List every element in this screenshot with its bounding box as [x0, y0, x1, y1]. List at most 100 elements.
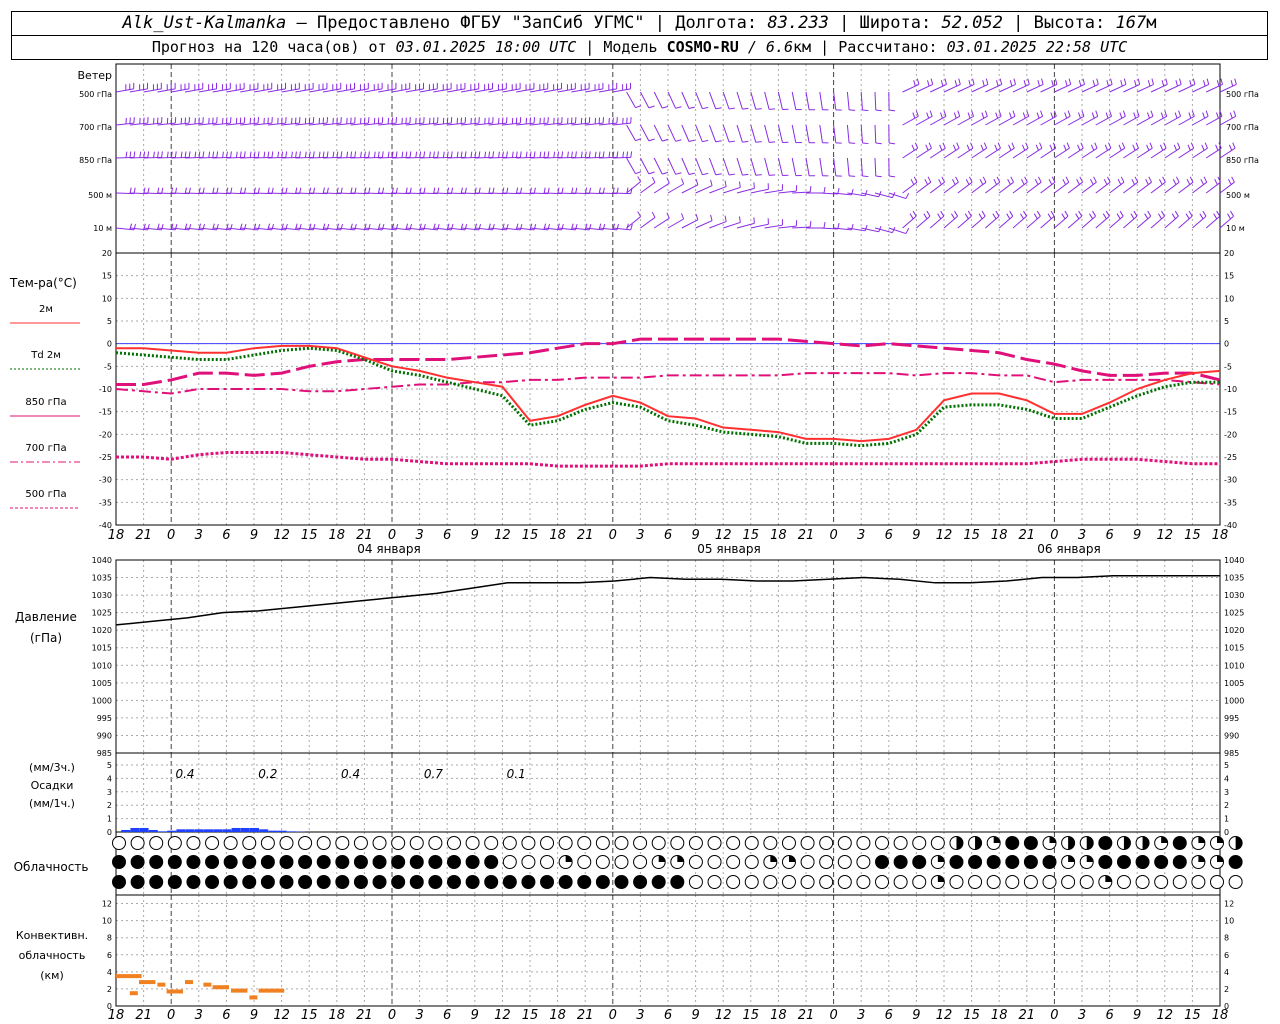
wind-feather	[1215, 144, 1219, 151]
wind-feather	[1050, 112, 1054, 119]
wind-barb	[929, 181, 945, 194]
wind-barb	[916, 181, 932, 194]
cloud-symbol	[558, 875, 573, 889]
wind-feather	[1133, 112, 1137, 119]
wind-feather	[1063, 144, 1067, 151]
wind-feather	[188, 151, 191, 158]
wind-feather	[1131, 179, 1136, 185]
cloud-symbol	[130, 875, 145, 889]
wind-barb	[722, 91, 730, 110]
cloud-symbol	[502, 875, 517, 889]
conv-bar	[212, 985, 229, 990]
temp-ytick: -35	[1224, 498, 1237, 507]
cloud-symbol	[986, 875, 1001, 889]
temp-xtick: 21	[135, 528, 152, 543]
wind-feather	[1202, 210, 1207, 217]
wind-barb	[1150, 147, 1167, 159]
wind-barb	[1136, 115, 1154, 126]
wind-feather	[539, 151, 542, 158]
wind-barb	[667, 183, 684, 194]
wind-feather	[742, 173, 749, 176]
wind-barb	[639, 91, 650, 109]
wind-barb	[1164, 115, 1181, 126]
wind-barb	[1205, 181, 1221, 194]
cloud-symbol	[465, 855, 480, 869]
pres-ytick: 1000	[92, 696, 112, 705]
wind-feather	[1146, 144, 1150, 151]
wind-feather	[916, 78, 920, 85]
wind-feather	[216, 151, 219, 158]
wind-feather	[1189, 80, 1192, 87]
prec-ytick: 3	[1224, 788, 1229, 797]
wind-barb	[626, 216, 641, 229]
precip-bar	[268, 830, 278, 832]
wind-feather	[557, 151, 560, 158]
wind-barb	[764, 91, 770, 110]
wind-feather	[584, 151, 587, 158]
wind-feather	[1093, 176, 1097, 183]
conv-xtick: 18	[108, 1008, 125, 1023]
wind-feather	[753, 217, 755, 224]
cloud-symbols	[112, 836, 1243, 889]
wind-barb	[1136, 147, 1153, 159]
conv-xtick: 12	[494, 1008, 511, 1023]
wind-feather	[1095, 110, 1099, 117]
cloud-symbol	[763, 875, 778, 889]
wind-feather	[662, 171, 669, 175]
wind-barb	[681, 124, 690, 142]
wind-feather	[312, 151, 315, 158]
wind-barb	[1178, 147, 1194, 159]
wind-barb	[750, 157, 757, 176]
wind-feather	[979, 179, 984, 185]
wind-barb	[750, 124, 757, 143]
conv-xtick: 0	[829, 1008, 837, 1023]
precip-3h-label: 0.1	[507, 767, 526, 781]
wind-feather	[755, 108, 762, 110]
cloud-symbol	[763, 836, 778, 850]
cloud-symbol	[930, 836, 945, 850]
wind-feather	[702, 139, 709, 143]
wind-feather	[464, 151, 467, 158]
cloud-symbol	[726, 875, 741, 889]
pres-ytick: 990	[97, 731, 112, 740]
cloud-symbol	[1154, 855, 1169, 869]
wind-barb	[708, 91, 717, 110]
pres-ytick: 1015	[92, 644, 112, 653]
temp-xtick: 0	[167, 528, 175, 543]
precip-3h-label: 0.4	[175, 767, 194, 781]
wind-feather	[1160, 112, 1164, 119]
conv-bar	[185, 980, 193, 985]
wind-feather	[724, 180, 727, 187]
wind-feather	[515, 151, 518, 158]
wind-feather	[912, 210, 917, 217]
wind-feather	[1080, 142, 1084, 149]
wind-feather	[728, 107, 736, 110]
wind-feather	[1149, 142, 1153, 149]
wind-feather	[415, 151, 418, 158]
wind-feather	[1117, 179, 1122, 185]
wind-feather	[547, 151, 550, 158]
wind-feather	[1036, 112, 1040, 119]
temp-xtick: 15	[301, 528, 318, 543]
temp-xtick: 15	[1184, 528, 1201, 543]
wind-barb	[681, 184, 699, 194]
temp-ytick: -15	[1224, 408, 1237, 417]
wind-feather	[1229, 112, 1233, 119]
wind-feather	[291, 151, 293, 158]
wind-barb	[736, 124, 743, 143]
wind-feather	[1216, 80, 1220, 87]
cloud-symbol	[949, 875, 964, 889]
wind-barb	[1150, 215, 1165, 229]
precip-bar	[130, 827, 140, 832]
wind-feather	[728, 173, 736, 176]
wind-feather	[166, 151, 169, 158]
wind-feather	[456, 151, 459, 158]
prec-ytick: 0	[107, 828, 112, 837]
wind-barb	[998, 181, 1014, 194]
wind-barb	[612, 192, 631, 195]
cloud-symbol	[130, 836, 145, 850]
wind-feather	[1188, 112, 1192, 119]
wind-feather	[1049, 144, 1053, 151]
wind-feather	[1008, 112, 1012, 119]
wind-feather	[1145, 179, 1149, 185]
